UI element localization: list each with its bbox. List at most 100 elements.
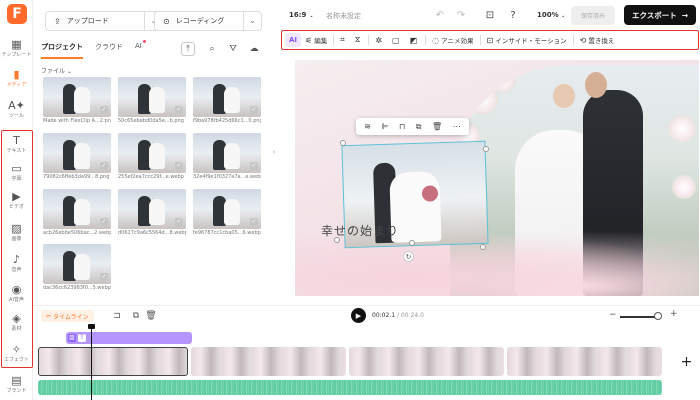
duplicate-icon[interactable]: ⧉ [130, 310, 142, 322]
upload-icon: ⇪ [54, 16, 61, 26]
check-icon[interactable]: ✓ [250, 218, 258, 226]
collapse-panel-handle[interactable]: ‹ [271, 140, 277, 164]
crop-button[interactable]: ⌗ [336, 33, 351, 47]
filter-button[interactable]: ✲ [371, 33, 388, 47]
flower-decoration [672, 175, 696, 199]
upload-folder-icon[interactable]: ⤒ [181, 42, 195, 56]
upload-button[interactable]: ⇪ アップロード ⌄ [45, 11, 163, 31]
search-icon[interactable]: ⌕ [205, 42, 219, 56]
rail-item-ai-tools[interactable]: A✦ ツール [0, 99, 33, 129]
screenshot-icon[interactable]: ⊡ [484, 9, 496, 21]
tab-project[interactable]: プロジェクト [41, 42, 83, 59]
record-button[interactable]: ⊙ レコーディング ⌄ [154, 11, 262, 31]
rail-item-video[interactable]: ▶ ビデオ [0, 190, 33, 220]
media-item[interactable]: ✓ 32e4f9e1f0327a7a...e.webp [193, 133, 261, 183]
split-icon[interactable]: ⊐ [111, 310, 123, 322]
rail-item-text[interactable]: T テキスト [0, 134, 33, 164]
video-clip[interactable] [507, 347, 662, 376]
tab-ai[interactable]: AI [135, 40, 146, 56]
video-clip[interactable] [349, 347, 504, 376]
timeline-zoom-knob[interactable] [654, 312, 662, 320]
rail-item-brand[interactable]: ▤ ブランド [0, 374, 33, 400]
border-button[interactable]: ▢ [388, 33, 406, 47]
undo-icon[interactable]: ↶ [434, 9, 446, 21]
cloud-icon[interactable]: ☁ [247, 42, 261, 56]
text-track-clip[interactable]: ▨ T [66, 332, 192, 344]
add-clip-button[interactable]: + [673, 347, 700, 376]
media-item[interactable]: ✓ 255ef2ea7ccc29f...e.webp [118, 133, 186, 183]
zoom-dropdown[interactable]: 100% ⌄ [537, 11, 565, 19]
align-icon[interactable]: ⊫ [382, 122, 389, 131]
canvas-caption-text[interactable]: 幸せの始まり [321, 222, 399, 239]
rail-item-template[interactable]: ▦ テンプレート [0, 38, 33, 68]
zoom-in-icon[interactable]: + [670, 309, 678, 319]
lock-icon[interactable]: ⊓ [399, 122, 405, 131]
record-dropdown-icon[interactable]: ⌄ [243, 12, 261, 30]
rail-item-ai-voice[interactable]: ◉ AI音声 [0, 283, 33, 313]
check-icon[interactable]: ✓ [175, 162, 183, 170]
media-item[interactable]: ✓ Made with FlexClip A...2.png [43, 77, 111, 127]
filter-effect-icon: ✲ [375, 35, 383, 45]
aspect-ratio-dropdown[interactable]: 16:9 ⌄ [289, 11, 314, 19]
text-track-icon: T [78, 334, 86, 342]
check-icon[interactable]: ✓ [100, 162, 108, 170]
rail-item-music[interactable]: ♪ 音声 [0, 253, 33, 283]
video-clip[interactable] [38, 347, 188, 376]
rail-item-caption[interactable]: ▭ 字幕 [0, 162, 33, 192]
timeline-toggle[interactable]: ✂ タイムライン [41, 310, 94, 322]
resize-handle[interactable] [409, 240, 415, 246]
media-item[interactable]: ✓ f9ba978fb425d66c1...0.png [193, 77, 261, 127]
check-icon[interactable]: ✓ [100, 273, 108, 281]
layers-icon[interactable]: ≋ [364, 122, 371, 131]
animation-button[interactable]: ◌ アニメ効果 [428, 33, 477, 47]
video-clip[interactable] [191, 347, 346, 376]
media-filename: 255ef2ea7ccc29f...e.webp [118, 174, 184, 180]
file-type-dropdown[interactable]: ファイル ⌄ [41, 66, 72, 75]
check-icon[interactable]: ✓ [100, 218, 108, 226]
media-item[interactable]: ✓ d0617c9a6c5564d...8.webp [118, 189, 186, 239]
media-item[interactable]: ✓ 79082c6ffeb3da99...8.png [43, 133, 111, 183]
audio-track-waveform[interactable] [38, 380, 662, 395]
help-icon[interactable]: ? [507, 9, 519, 21]
resize-handle[interactable] [480, 244, 486, 250]
filter-icon[interactable]: ⛛ [226, 42, 240, 56]
project-title[interactable]: 名称未設定 [326, 11, 361, 21]
mask-button[interactable]: ◩ [406, 33, 424, 47]
redo-icon[interactable]: ↷ [455, 9, 467, 21]
duplicate-icon[interactable]: ⧉ [416, 122, 422, 132]
media-item[interactable]: ✓ dac36cc623983f0...5.webp [43, 244, 111, 294]
media-item[interactable]: ✓ 50c65ebebd0da5e...b.png [118, 77, 186, 127]
timeline-playhead[interactable] [88, 324, 95, 400]
media-filename: dac36cc623983f0...5.webp [43, 285, 111, 291]
plus-icon: + [680, 353, 693, 370]
resize-handle[interactable] [340, 140, 346, 146]
ai-edit-button[interactable]: AI [285, 33, 302, 47]
save-status-button[interactable]: 保存済み [571, 6, 615, 25]
rail-label-video: ビデオ [8, 204, 24, 210]
upload-label: アップロード [66, 17, 109, 25]
delete-icon[interactable]: 🗑 [432, 122, 442, 131]
check-icon[interactable]: ✓ [250, 162, 258, 170]
more-icon[interactable]: ⋯ [453, 122, 461, 131]
tab-cloud[interactable]: クラウド [95, 42, 123, 56]
media-item[interactable]: ✓ fe96787cc1cba05...6.webp [193, 189, 261, 239]
flip-button[interactable]: ⧖ [351, 33, 367, 47]
replace-button[interactable]: ⟲ 置き換え [576, 33, 619, 47]
rail-item-elements[interactable]: ◈ 素材 [0, 312, 33, 342]
play-button[interactable]: ▶ [351, 308, 366, 323]
rail-item-effects[interactable]: ✧ エフェクト [0, 343, 33, 373]
check-icon[interactable]: ✓ [175, 218, 183, 226]
resize-handle[interactable] [483, 146, 489, 152]
export-button[interactable]: エクスポート → [624, 5, 696, 25]
adjust-button[interactable]: ⚟ 編集 [301, 33, 331, 47]
rail-item-media[interactable]: ▮ メディア [0, 68, 33, 98]
rotate-icon[interactable]: ↻ [403, 251, 414, 262]
media-item[interactable]: ✓ acb26ebbe506bac...2.webp [43, 189, 111, 239]
rail-item-image[interactable]: ▨ 画像 [0, 222, 33, 252]
inside-motion-button[interactable]: ⊡ インサイド・モーション [483, 33, 571, 47]
check-icon[interactable]: ✓ [175, 106, 183, 114]
check-icon[interactable]: ✓ [250, 106, 258, 114]
zoom-out-icon[interactable]: − [609, 310, 617, 320]
check-icon[interactable]: ✓ [100, 106, 108, 114]
delete-icon[interactable]: 🗑 [145, 310, 157, 322]
